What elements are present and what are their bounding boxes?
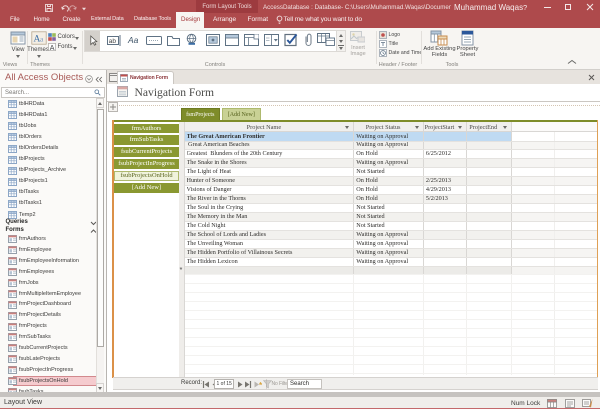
svg-text:A: A bbox=[49, 45, 54, 51]
svg-text:ab: ab bbox=[109, 38, 117, 45]
